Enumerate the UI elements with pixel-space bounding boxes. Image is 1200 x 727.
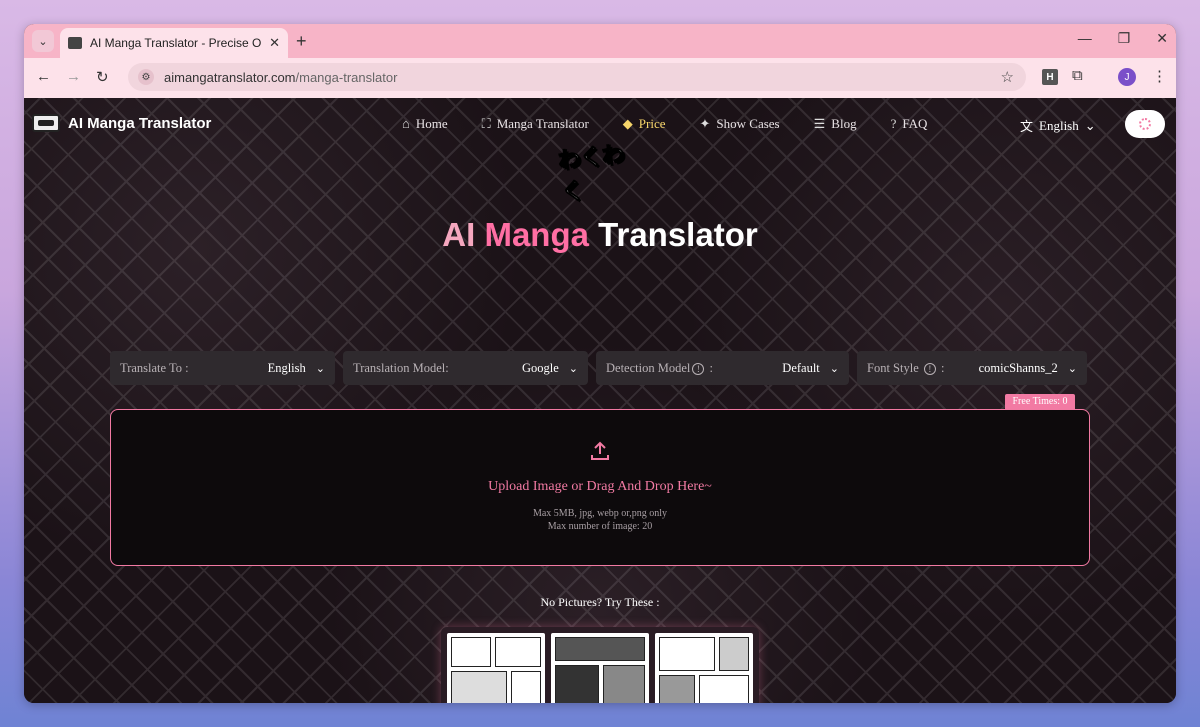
nav-blog-label: Blog (831, 116, 857, 131)
nav-faq[interactable]: ? FAQ (891, 116, 928, 132)
sample-images (441, 627, 759, 703)
translate-to-label: Translate To : (120, 360, 189, 375)
detection-model-value: Default (782, 360, 820, 375)
extensions-puzzle-icon[interactable]: ⧉ (1072, 67, 1083, 84)
nav-show-cases[interactable]: ✦ Show Cases (700, 116, 780, 132)
free-times-badge: Free Times: 0 (1005, 394, 1075, 409)
hero-badge-text: わくわく (557, 141, 626, 206)
bookmark-star-icon[interactable]: ☆ (1001, 68, 1014, 86)
tab-title: AI Manga Translator - Precise O (89, 36, 262, 50)
url-host: aimangatranslator.com (164, 69, 296, 85)
chevron-down-icon: ⌄ (315, 362, 325, 375)
tab-strip: ⌄ AI Manga Translator - Precise O ✕ + — … (24, 24, 1176, 58)
title-part-ai: AI (442, 216, 485, 253)
chevron-down-icon: ⌄ (1067, 362, 1077, 375)
font-style-value: comicShanns_2 (978, 360, 1058, 375)
site-logo[interactable]: AI Manga Translator (32, 114, 211, 132)
font-style-label-suffix: : (937, 360, 945, 375)
nav-home-label: Home (415, 116, 448, 131)
upload-hint-count: Max number of image: 20 (547, 521, 653, 532)
translate-to-select[interactable]: Translate To : English ⌄ (110, 351, 335, 385)
nav-home[interactable]: ⌂ Home (402, 116, 448, 132)
minimize-icon[interactable]: — (1078, 30, 1092, 47)
profile-avatar[interactable]: J (1118, 68, 1136, 86)
help-icon: ? (890, 116, 897, 131)
detection-model-label-suffix: : (706, 360, 713, 375)
nav-price-label: Price (638, 116, 666, 131)
chevron-down-icon: ⌄ (1084, 117, 1096, 133)
hero-badge: わくわく (557, 141, 640, 206)
browser-menu-icon[interactable]: ⋮ (1152, 67, 1167, 85)
site-info-icon[interactable]: ⚙ (138, 69, 154, 85)
scan-icon: ⛶ (481, 116, 491, 131)
blog-icon: ☰ (813, 116, 826, 131)
window-controls: — ❐ ✕ (1078, 30, 1168, 47)
language-label: English (1039, 117, 1079, 133)
upload-icon (591, 441, 609, 460)
translation-model-select[interactable]: Translation Model: Google ⌄ (343, 351, 588, 385)
options-bar: Translate To : English ⌄ Translation Mod… (110, 351, 1087, 385)
forward-icon[interactable]: → (66, 68, 81, 85)
translate-to-value: English (267, 360, 306, 375)
nav-show-cases-label: Show Cases (716, 116, 780, 131)
close-tab-icon[interactable]: ✕ (269, 35, 280, 51)
logo-text: AI Manga Translator (68, 114, 212, 132)
restore-icon[interactable]: ❐ (1118, 30, 1131, 47)
font-style-label: Font Style ! : (867, 361, 944, 376)
samples-title: No Pictures? Try These : (540, 595, 660, 609)
translate-icon: 文 (1020, 119, 1034, 134)
sample-image[interactable] (447, 633, 545, 703)
info-icon[interactable]: ! (692, 362, 705, 375)
page-title: AI Manga Translator (24, 216, 1176, 254)
tab-search-button[interactable]: ⌄ (32, 30, 54, 52)
url-path: /manga-translator (295, 69, 398, 85)
upload-text: Upload Image or Drag And Drop Here~ (488, 479, 712, 494)
detection-model-label-text: Detection Model (606, 360, 691, 375)
detection-model-select[interactable]: Detection Model! : Default ⌄ (596, 351, 849, 385)
sparkle-icon: ✦ (699, 116, 711, 131)
login-button[interactable] (1125, 110, 1165, 138)
nav-blog[interactable]: ☰ Blog (814, 116, 857, 132)
info-icon[interactable]: ! (923, 362, 936, 375)
translation-model-label: Translation Model: (353, 360, 449, 375)
title-part-manga: Manga (484, 216, 589, 253)
browser-toolbar: ← → ↻ ⚙ aimangatranslator.com/manga-tran… (24, 58, 1176, 98)
main-nav: ⌂ Home ⛶ Manga Translator ◆ Price ✦ Show… (402, 116, 961, 132)
font-style-label-text: Font Style (867, 360, 919, 375)
favicon-icon (68, 37, 82, 49)
close-window-icon[interactable]: ✕ (1156, 30, 1168, 47)
address-bar[interactable]: ⚙ aimangatranslator.com/manga-translator… (128, 63, 1026, 91)
url-text: aimangatranslator.com/manga-translator (164, 70, 397, 85)
nav-manga-translator-label: Manga Translator (496, 116, 589, 131)
font-style-select[interactable]: Font Style ! : comicShanns_2 ⌄ (857, 351, 1087, 385)
translation-model-value: Google (521, 360, 559, 375)
logo-icon (32, 114, 60, 132)
detection-model-label: Detection Model! : (606, 361, 713, 376)
upload-hint-formats: Max 5MB, jpg, webp or,png only (532, 508, 668, 519)
back-icon[interactable]: ← (36, 68, 51, 85)
extension-h-icon[interactable]: H (1042, 69, 1058, 85)
diamond-icon: ◆ (622, 116, 633, 131)
home-icon: ⌂ (402, 116, 410, 131)
loading-spinner-icon (1139, 118, 1151, 130)
chevron-down-icon: ⌄ (568, 362, 578, 375)
browser-window: ⌄ AI Manga Translator - Precise O ✕ + — … (24, 24, 1176, 703)
page-content: AI Manga Translator ⌂ Home ⛶ Manga Trans… (24, 98, 1176, 703)
language-selector[interactable]: 文 English ⌄ (1020, 116, 1096, 135)
upload-dropzone[interactable]: Upload Image or Drag And Drop Here~ Max … (110, 409, 1090, 566)
nav-manga-translator[interactable]: ⛶ Manga Translator (482, 116, 589, 132)
reload-icon[interactable]: ↻ (96, 68, 109, 86)
title-part-translator: Translator (588, 216, 758, 253)
chevron-down-icon: ⌄ (829, 362, 839, 375)
new-tab-icon[interactable]: + (296, 31, 307, 52)
nav-price[interactable]: ◆ Price (623, 116, 666, 132)
nav-faq-label: FAQ (902, 116, 928, 131)
sample-image[interactable] (551, 633, 649, 703)
browser-tab[interactable]: AI Manga Translator - Precise O ✕ (60, 28, 288, 58)
sample-image[interactable] (655, 633, 753, 703)
